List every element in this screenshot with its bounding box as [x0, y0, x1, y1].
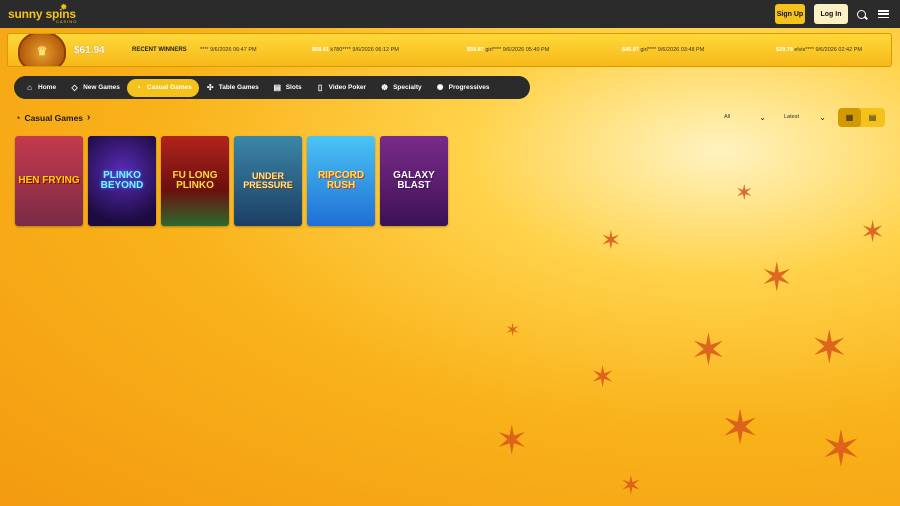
winner-item: $45.97 girl**** 9/6/2026 03:48 PM: [622, 47, 705, 53]
leaf-decoration: ✶: [495, 419, 529, 463]
winner-item: **** 9/6/2026 06:47 PM: [200, 47, 257, 53]
nav-label: New Games: [83, 84, 120, 91]
game-title: RIPCORD RUSH: [317, 169, 365, 191]
nav-video-poker[interactable]: ▯ Video Poker: [309, 79, 373, 97]
jackpot-icon: ♛: [18, 34, 66, 66]
login-button[interactable]: Log In: [814, 4, 848, 24]
section-title: Casual Games: [24, 112, 84, 123]
sort-select[interactable]: Latest ⌄: [780, 110, 830, 124]
leaf-decoration: ✶: [820, 421, 862, 477]
sort-value: Latest: [784, 114, 799, 120]
nav-progressives[interactable]: ✺ Progressives: [429, 79, 497, 97]
leaf-decoration: ✶: [810, 321, 849, 373]
game-tile-ripcord-rush[interactable]: RIPCORD RUSH: [307, 136, 375, 226]
leaf-decoration: ✶: [735, 180, 754, 205]
game-tile-galaxy-blast[interactable]: GALAXY BLAST: [380, 136, 448, 226]
slots-icon: ▤: [273, 83, 281, 92]
leaf-decoration: ✶: [620, 470, 642, 500]
chevron-right-icon: ›: [87, 112, 91, 123]
leaf-decoration: ✶: [600, 225, 622, 255]
nav-new-games[interactable]: ◇ New Games: [63, 79, 127, 97]
section-header[interactable]: ◔ Casual Games ›: [15, 112, 90, 123]
nav-label: Video Poker: [328, 84, 367, 91]
brand-tagline: CASINO: [56, 19, 78, 24]
game-title: PLINKO BEYOND: [100, 169, 144, 191]
recent-winners-bar: ♛ $61.94 RECENT WINNERS **** 9/6/2026 06…: [7, 33, 892, 67]
game-title: FU LONG PLINKO: [172, 169, 218, 191]
leaf-decoration: ✶: [690, 326, 727, 375]
game-tile-under-pressure[interactable]: UNDER PRESSURE: [234, 136, 302, 226]
nav-label: Table Games: [218, 84, 259, 91]
leaf-decoration: ✶: [505, 320, 521, 340]
list-view-icon[interactable]: ▤: [861, 108, 884, 127]
category-filter-value: All: [724, 114, 731, 120]
home-icon: ⌂: [27, 83, 32, 92]
category-nav: ⌂ Home ◇ New Games ◔ Casual Games ✣ Tabl…: [14, 76, 530, 99]
view-toggle: ▦ ▤: [838, 108, 885, 127]
nav-table-games[interactable]: ✣ Table Games: [199, 79, 266, 97]
game-title: HEN FRYING: [18, 174, 80, 186]
leaf-decoration: ✶: [590, 361, 616, 394]
chevron-down-icon: ⌄: [759, 112, 766, 122]
chevron-down-icon: ⌄: [819, 112, 826, 122]
progressives-icon: ✺: [436, 83, 444, 92]
grid-view-icon[interactable]: ▦: [838, 108, 861, 127]
specialty-icon: ☸: [380, 83, 389, 92]
top-bar: sunny spins ✸ CASINO Sign Up Log In: [0, 0, 900, 28]
nav-casual-games[interactable]: ◔ Casual Games: [126, 78, 199, 97]
nav-label: Casual Games: [146, 84, 192, 91]
jackpot-amount: $61.94: [74, 45, 105, 56]
nav-label: Specialty: [393, 84, 422, 91]
winner-item: $68.41 k780**** 9/6/2026 06:12 PM: [312, 47, 399, 53]
diamond-icon: ◇: [71, 83, 78, 92]
winner-item: $59.87 girl**** 9/6/2026 05:40 PM: [467, 47, 550, 53]
leaf-decoration: ✶: [860, 216, 886, 249]
nav-label: Home: [38, 84, 57, 91]
leaf-decoration: ✶: [760, 256, 794, 300]
hamburger-menu-icon[interactable]: [878, 10, 890, 18]
category-filter-select[interactable]: All ⌄: [720, 110, 770, 124]
game-title: UNDER PRESSURE: [243, 170, 293, 190]
game-tile-fu-long-plinko[interactable]: FU LONG PLINKO: [161, 136, 229, 226]
leaf-decoration: ✶: [720, 402, 761, 455]
game-tile-plinko-beyond[interactable]: PLINKO BEYOND: [88, 136, 156, 226]
winner-item: $29.79 elvis**** 9/6/2026 02:42 PM: [776, 47, 862, 53]
nav-label: Slots: [285, 84, 302, 91]
sun-icon: ✸: [60, 2, 68, 12]
nav-specialty[interactable]: ☸ Specialty: [373, 79, 429, 97]
recent-winners-label: RECENT WINNERS: [132, 47, 187, 53]
table-icon: ✣: [206, 83, 214, 92]
game-tile-hen-frying[interactable]: HEN FRYING: [15, 136, 83, 226]
casual-icon: ◔: [136, 83, 141, 92]
nav-label: Progressives: [448, 84, 490, 91]
nav-home[interactable]: ⌂ Home: [18, 79, 63, 97]
casual-icon: ◔: [15, 112, 21, 123]
game-grid: HEN FRYING PLINKO BEYOND FU LONG PLINKO …: [15, 136, 448, 226]
game-title: GALAXY BLAST: [393, 169, 435, 191]
signup-button[interactable]: Sign Up: [775, 4, 805, 24]
nav-slots[interactable]: ▤ Slots: [266, 79, 309, 97]
search-icon[interactable]: [857, 9, 869, 19]
poker-icon: ▯: [317, 83, 323, 92]
